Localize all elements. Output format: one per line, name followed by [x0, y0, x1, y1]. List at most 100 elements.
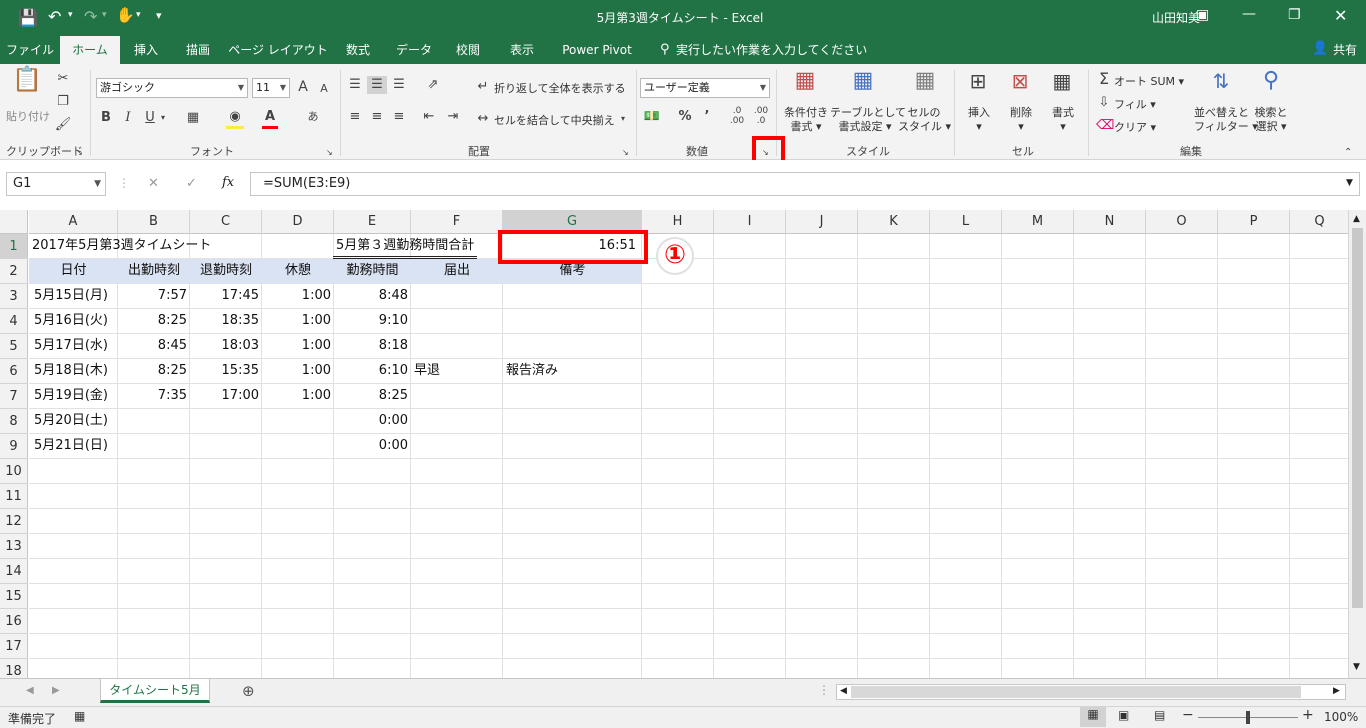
- cell-f2[interactable]: 届出: [411, 259, 503, 284]
- cell-b4[interactable]: 8:25: [118, 309, 190, 334]
- cell-a5[interactable]: 5月17日(水): [29, 334, 118, 359]
- increase-indent-icon[interactable]: ⇥: [444, 108, 462, 126]
- row-header-6[interactable]: 6: [0, 359, 28, 384]
- zoom-out-icon[interactable]: −: [1182, 707, 1194, 723]
- percent-style-button[interactable]: %: [676, 108, 694, 126]
- row-header-8[interactable]: 8: [0, 409, 28, 434]
- scroll-left-icon[interactable]: ◀: [840, 686, 847, 696]
- tab-insert[interactable]: 挿入: [122, 36, 170, 64]
- tab-formulas[interactable]: 数式: [334, 36, 382, 64]
- insert-cells-icon[interactable]: ⊞: [964, 71, 992, 100]
- fill-icon[interactable]: ⇩: [1096, 94, 1112, 112]
- format-painter-icon[interactable]: 🖌: [54, 116, 72, 134]
- tab-file[interactable]: ファイル: [0, 36, 60, 64]
- row-header-15[interactable]: 15: [0, 584, 28, 609]
- row-header-17[interactable]: 17: [0, 634, 28, 659]
- cell-c8[interactable]: [190, 409, 262, 434]
- expand-formula-icon[interactable]: ▼: [1346, 178, 1353, 188]
- next-sheet-icon[interactable]: ▶: [52, 685, 60, 696]
- format-as-table-button[interactable]: テーブルとして 書式設定 ▾: [830, 106, 906, 134]
- cell-d9[interactable]: [262, 434, 334, 459]
- align-middle-icon[interactable]: ☰: [367, 76, 387, 94]
- wrap-text-icon[interactable]: ↵: [474, 78, 492, 96]
- prev-sheet-icon[interactable]: ◀: [26, 685, 34, 696]
- name-box[interactable]: G1 ▼: [6, 172, 106, 196]
- cell-d3[interactable]: 1:00: [262, 284, 334, 309]
- sheet-tab-active[interactable]: タイムシート5月: [100, 679, 210, 703]
- autosum-button[interactable]: オート SUM ▾: [1114, 73, 1184, 89]
- cell-styles-icon[interactable]: ▦: [910, 70, 940, 102]
- cell-g9[interactable]: [503, 434, 642, 459]
- autosum-icon[interactable]: Σ: [1096, 70, 1112, 88]
- align-left-icon[interactable]: ≡: [346, 108, 364, 126]
- comma-style-button[interactable]: ’: [700, 108, 714, 126]
- enter-icon[interactable]: ✓: [186, 176, 197, 191]
- number-format-combo[interactable]: ユーザー定義 ▼: [640, 78, 770, 98]
- cell-d2[interactable]: 休憩: [262, 259, 334, 284]
- column-header-h[interactable]: H: [642, 210, 714, 234]
- undo-dropdown-icon[interactable]: ▾: [68, 10, 73, 20]
- cell-g5[interactable]: [503, 334, 642, 359]
- cancel-icon[interactable]: ✕: [148, 176, 159, 191]
- cell-f7[interactable]: [411, 384, 503, 409]
- cell-a4[interactable]: 5月16日(火): [29, 309, 118, 334]
- row-header-13[interactable]: 13: [0, 534, 28, 559]
- row-header-9[interactable]: 9: [0, 434, 28, 459]
- decrease-decimal-icon[interactable]: .00.0: [752, 106, 770, 126]
- tab-review[interactable]: 校閲: [444, 36, 492, 64]
- vertical-scroll-thumb[interactable]: [1352, 228, 1363, 608]
- row-header-4[interactable]: 4: [0, 309, 28, 334]
- normal-view-icon[interactable]: ▦: [1080, 707, 1106, 727]
- row-header-11[interactable]: 11: [0, 484, 28, 509]
- delete-cells-icon[interactable]: ⊠: [1006, 71, 1034, 100]
- cell-d5[interactable]: 1:00: [262, 334, 334, 359]
- format-cells-icon[interactable]: ▦: [1048, 71, 1076, 100]
- cell-d4[interactable]: 1:00: [262, 309, 334, 334]
- column-header-b[interactable]: B: [118, 210, 190, 234]
- bold-button[interactable]: B: [98, 109, 114, 127]
- cell-g8[interactable]: [503, 409, 642, 434]
- restore-icon[interactable]: ❐: [1288, 7, 1301, 23]
- cell-e9[interactable]: 0:00: [334, 434, 411, 459]
- cell-g6[interactable]: 報告済み: [503, 359, 642, 384]
- horizontal-scrollbar[interactable]: ◀ ▶: [836, 684, 1346, 700]
- row-header-3[interactable]: 3: [0, 284, 28, 309]
- share-button[interactable]: 共有: [1328, 36, 1362, 64]
- conditional-formatting-icon[interactable]: ▦: [790, 70, 820, 102]
- cell-c2[interactable]: 退勤時刻: [190, 259, 262, 284]
- shrink-font-icon[interactable]: A: [318, 80, 330, 98]
- redo-icon[interactable]: ↷: [84, 7, 97, 26]
- cell-e8[interactable]: 0:00: [334, 409, 411, 434]
- column-header-q[interactable]: Q: [1290, 210, 1348, 234]
- cell-a1[interactable]: 2017年5月第3週タイムシート: [29, 234, 214, 259]
- column-header-n[interactable]: N: [1074, 210, 1146, 234]
- cell-f3[interactable]: [411, 284, 503, 309]
- copy-icon[interactable]: ❐: [54, 93, 72, 111]
- tab-home[interactable]: ホーム: [60, 36, 120, 64]
- cell-g4[interactable]: [503, 309, 642, 334]
- find-select-icon[interactable]: ⚲: [1256, 70, 1286, 100]
- fill-button[interactable]: フィル ▾: [1114, 96, 1156, 112]
- accounting-format-icon[interactable]: 💵: [642, 108, 662, 126]
- column-header-l[interactable]: L: [930, 210, 1002, 234]
- merge-center-icon[interactable]: ↔: [474, 110, 492, 128]
- cell-f6[interactable]: 早退: [411, 359, 503, 384]
- phonetic-icon[interactable]: あ: [304, 108, 322, 126]
- cell-f9[interactable]: [411, 434, 503, 459]
- cell-c9[interactable]: [190, 434, 262, 459]
- grow-font-icon[interactable]: A: [296, 78, 310, 96]
- vertical-scrollbar[interactable]: ▲ ▼: [1348, 210, 1366, 678]
- select-all-corner[interactable]: [0, 210, 28, 234]
- orientation-icon[interactable]: ⇗: [422, 76, 444, 94]
- row-header-10[interactable]: 10: [0, 459, 28, 484]
- tab-page-layout[interactable]: ページ レイアウト: [226, 36, 330, 64]
- cell-b6[interactable]: 8:25: [118, 359, 190, 384]
- cell-a8[interactable]: 5月20日(土): [29, 409, 118, 434]
- minimize-icon[interactable]: —: [1242, 6, 1256, 22]
- new-sheet-icon[interactable]: ⊕: [242, 682, 255, 700]
- close-icon[interactable]: ✕: [1334, 6, 1347, 25]
- cell-f8[interactable]: [411, 409, 503, 434]
- tab-split-icon[interactable]: ⋮: [818, 683, 830, 697]
- align-bottom-icon[interactable]: ☰: [390, 76, 408, 94]
- cell-g3[interactable]: [503, 284, 642, 309]
